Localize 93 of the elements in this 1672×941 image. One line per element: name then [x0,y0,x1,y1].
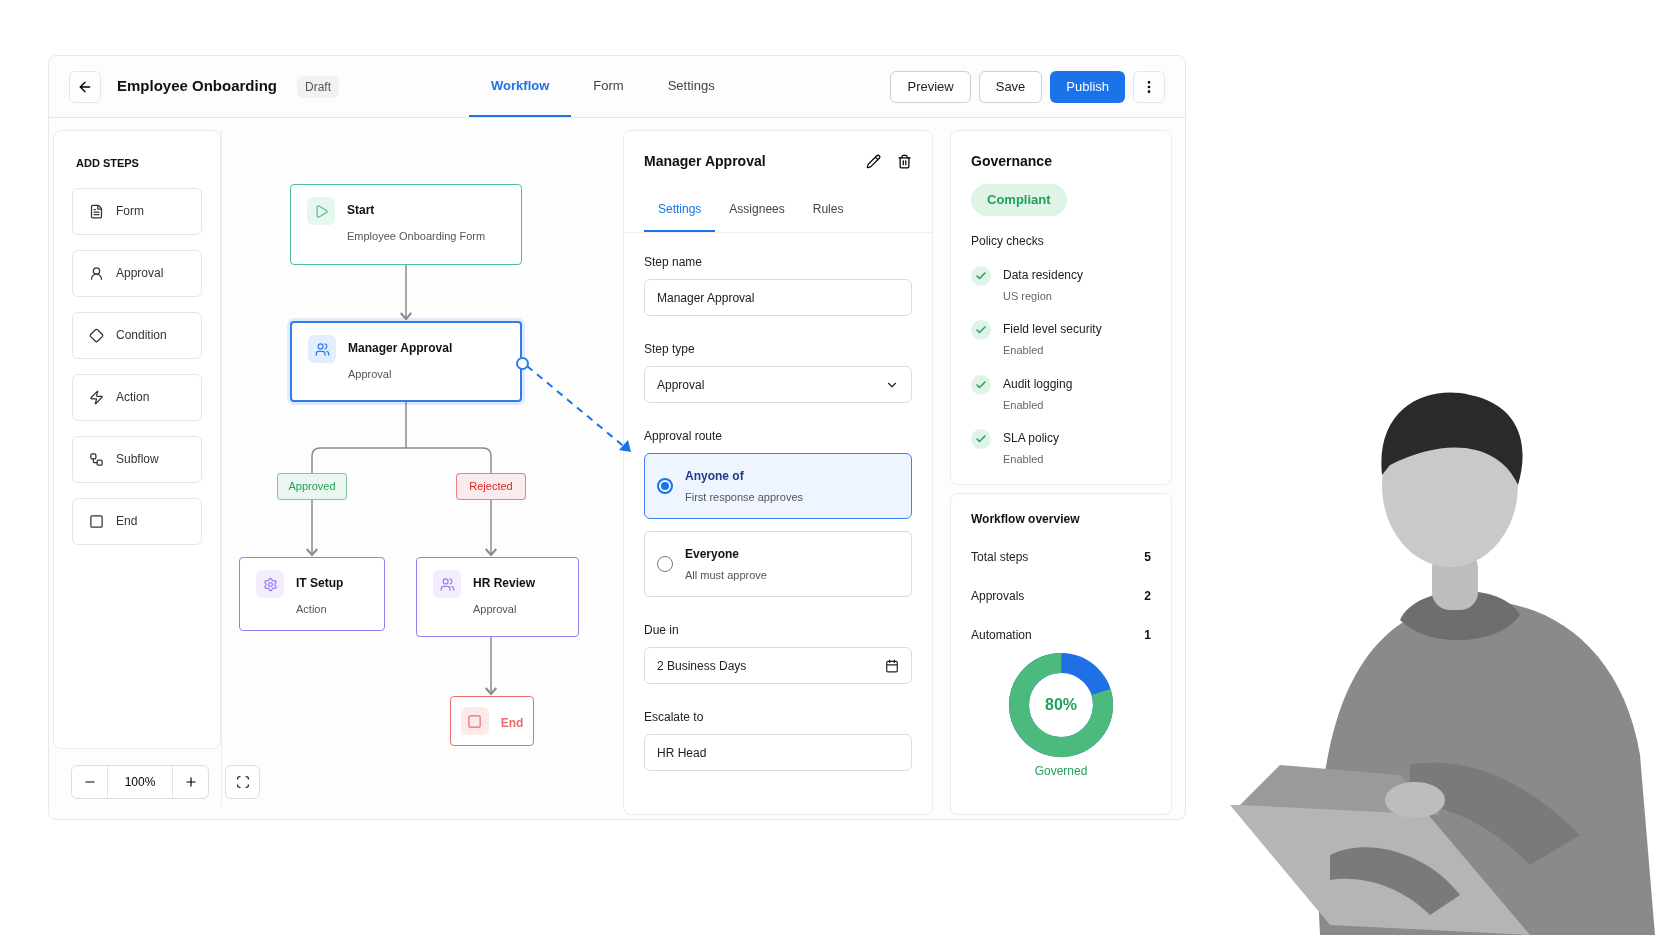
node-subtitle: Employee Onboarding Form [347,229,486,244]
field-label: Step name [644,254,704,271]
check-detail: US region [1003,288,1053,304]
document-icon [89,203,104,219]
step-item[interactable]: Form [72,187,202,235]
date-field[interactable]: 2 Business Days [644,647,912,684]
step-item[interactable]: Action [72,373,202,421]
flow-node[interactable]: IT Setup Action [239,557,385,631]
back-button[interactable] [69,70,101,103]
stat-value: 1 [1144,626,1151,644]
option-detail: First response approves [685,489,803,505]
check-name: Field level security [1003,321,1102,338]
text-field[interactable]: HR Head [644,734,912,771]
tab[interactable]: Rules [798,200,858,232]
subflow-icon [89,451,104,467]
check-detail: Enabled [1003,452,1045,467]
panel-heading: ADD STEPS [76,156,140,171]
flow-node[interactable]: Start Employee Onboarding Form [290,184,522,265]
plus-icon [183,775,198,789]
field-label: Step type [644,341,696,358]
route-option[interactable]: Everyone All must approve [644,531,912,597]
stat-value: 2 [1144,587,1151,605]
field-label: Escalate to [644,709,705,726]
zoom-level: 100% [123,774,157,791]
square-icon [460,707,489,735]
flow-node[interactable]: Manager Approval Approval [290,321,522,402]
toolbar-button[interactable]: Save [978,70,1043,103]
panel-title: Manager Approval [644,152,766,171]
status-badge: Draft [297,75,340,98]
card-title: Governance [971,152,1053,171]
people-icon [433,570,461,598]
connector-arrow [484,636,498,696]
branch-label: Rejected [456,473,526,500]
select-field[interactable]: Approval [644,366,912,403]
check-detail: Enabled [1003,397,1045,413]
calendar-icon [885,658,899,673]
field-label: Approval route [644,428,724,445]
node-subtitle: Approval [348,367,393,382]
fit-icon [235,775,250,789]
connector-arrow [399,264,413,321]
route-option[interactable]: Anyone of First response approves [644,453,912,519]
node-title: HR Review [473,575,536,592]
toolbar-button[interactable]: Preview [890,70,971,103]
radio-button[interactable] [657,478,673,494]
stat-label: Approvals [971,587,1025,605]
people-icon [308,335,336,363]
person-icon [89,265,104,281]
gauge-label: Governed [1034,762,1088,780]
diamond-icon [89,327,104,343]
stat-label: Total steps [971,548,1029,566]
workflow-title: Employee Onboarding [117,76,278,97]
text-field[interactable]: Manager Approval [644,279,912,316]
field-label: Due in [644,622,680,639]
check-detail: Enabled [1003,343,1045,358]
step-item[interactable]: Subflow [72,435,202,483]
delete-icon[interactable] [897,154,912,169]
status-badge: Compliant [971,184,1067,216]
flow-node[interactable]: HR Review Approval [416,557,579,637]
tab[interactable]: Settings [645,56,737,117]
connector-arrow [484,499,498,557]
section-heading: Policy checks [971,232,1045,250]
option-title: Everyone [685,545,741,563]
fit-view-button[interactable] [225,765,260,799]
connector-arrow [305,499,319,557]
node-title: End [500,715,524,732]
option-detail: All must approve [685,567,767,583]
tab[interactable]: Workflow [469,56,572,117]
step-item[interactable]: End [72,497,202,545]
node-title: Start [347,202,376,219]
check-name: SLA policy [1003,430,1060,447]
option-title: Anyone of [685,467,745,485]
node-title: Manager Approval [348,340,453,357]
step-item[interactable]: Approval [72,249,202,297]
tab[interactable]: Assignees [715,200,799,232]
stat-label: Automation [971,626,1032,644]
node-title: IT Setup [296,575,344,592]
edit-icon[interactable] [866,154,881,169]
square-icon [89,513,104,529]
node-subtitle: Approval [473,602,518,617]
tab[interactable]: Settings [644,200,716,232]
card-title: Workflow overview [971,510,1081,528]
check-name: Audit logging [1003,375,1073,393]
check-name: Data residency [1003,266,1084,284]
gauge-reading: 80% [1045,696,1077,713]
gear-icon [256,570,284,598]
tab[interactable]: Form [571,56,646,117]
step-item[interactable]: Condition [72,311,202,359]
branch-label: Approved [277,473,347,500]
node-subtitle: Action [296,602,328,617]
play-icon [307,197,335,225]
lightning-icon [89,389,104,405]
publish-button[interactable]: Publish [1050,70,1125,103]
stat-value: 5 [1144,548,1151,566]
